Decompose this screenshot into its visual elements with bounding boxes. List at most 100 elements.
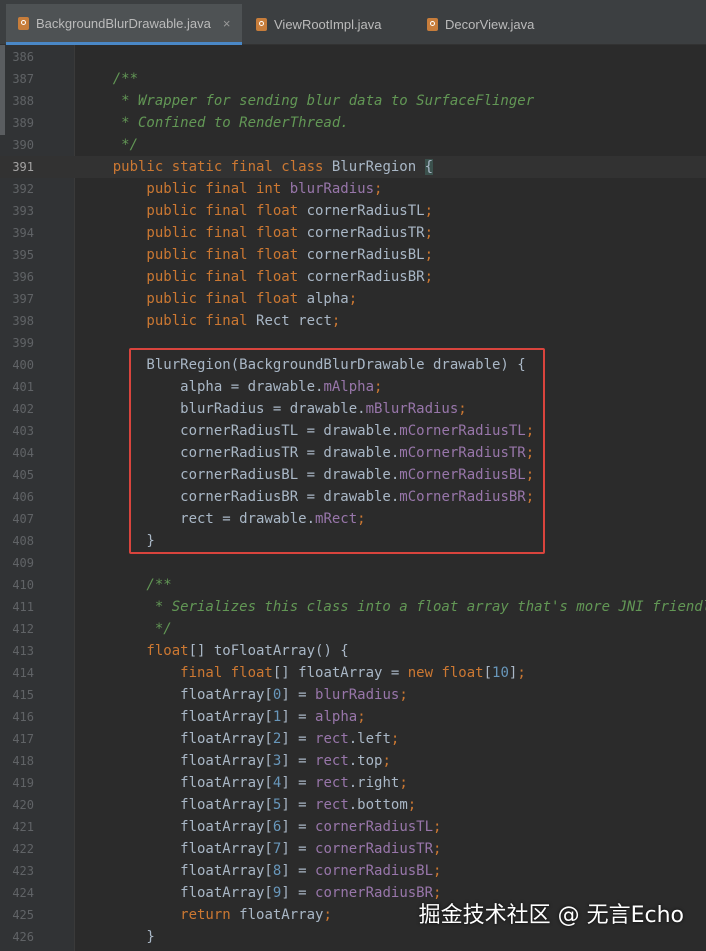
- code-line[interactable]: 413 float[] toFloatArray() {: [0, 640, 706, 662]
- code-token: public final float: [79, 291, 307, 307]
- code-line[interactable]: 396 public final float cornerRadiusBR;: [0, 266, 706, 288]
- code-token: ] =: [281, 819, 316, 835]
- code-line[interactable]: 410 /**: [0, 574, 706, 596]
- code-token: }: [79, 929, 155, 945]
- code-token: blurRadius: [289, 181, 375, 197]
- code-token: return: [79, 907, 240, 923]
- code-token: ;: [348, 291, 358, 307]
- code-line[interactable]: 398 public final Rect rect;: [0, 310, 706, 332]
- code-token: rect: [315, 797, 349, 813]
- code-line[interactable]: 426 }: [0, 926, 706, 948]
- code-token: cornerRadiusBR: [315, 885, 434, 901]
- code-token: floatArray[: [79, 731, 273, 747]
- code-line[interactable]: 409: [0, 552, 706, 574]
- code-token: floatArray[: [79, 775, 273, 791]
- code-token: .top: [348, 753, 383, 769]
- code-token: floatArray[: [79, 819, 273, 835]
- code-token: public final float: [79, 225, 307, 241]
- line-number: 393: [12, 204, 34, 218]
- code-token: floatArray[: [79, 753, 273, 769]
- code-token: ;: [517, 665, 526, 681]
- tab-decor-view[interactable]: DecorView.java: [427, 4, 534, 45]
- code-line[interactable]: 423 floatArray[8] = cornerRadiusBL;: [0, 860, 706, 882]
- code-token: cornerRadiusBL: [306, 247, 425, 263]
- line-number: 414: [12, 666, 34, 680]
- line-number: 405: [12, 468, 34, 482]
- code-line[interactable]: 422 floatArray[7] = cornerRadiusTR;: [0, 838, 706, 860]
- code-line[interactable]: 419 floatArray[4] = rect.right;: [0, 772, 706, 794]
- code-token: ;: [390, 731, 400, 747]
- code-text: floatArray[1] = alpha;: [79, 706, 365, 728]
- code-token: floatArray[: [79, 885, 273, 901]
- code-line[interactable]: 416 floatArray[1] = alpha;: [0, 706, 706, 728]
- watermark: 掘金技术社区 @ 无言Echo: [418, 903, 684, 928]
- line-number: 413: [12, 644, 34, 658]
- code-line[interactable]: 397 public final float alpha;: [0, 288, 706, 310]
- code-token: ] =: [281, 775, 316, 791]
- code-token: ;: [433, 841, 442, 857]
- code-token: ] =: [281, 863, 316, 879]
- code-line[interactable]: 411 * Serializes this class into a float…: [0, 596, 706, 618]
- code-token: ] =: [281, 841, 316, 857]
- code-token: * Wrapper for sending blur data to Surfa…: [79, 93, 535, 109]
- java-class-icon: [18, 16, 29, 30]
- line-number: 409: [12, 556, 34, 570]
- code-line[interactable]: 388 * Wrapper for sending blur data to S…: [0, 90, 706, 112]
- code-token: ;: [407, 797, 417, 813]
- line-number: 410: [12, 578, 34, 592]
- code-line[interactable]: 392 public final int blurRadius;: [0, 178, 706, 200]
- code-line[interactable]: 395 public final float cornerRadiusBL;: [0, 244, 706, 266]
- line-number: 394: [12, 226, 34, 240]
- code-line[interactable]: 414 final float[] floatArray = new float…: [0, 662, 706, 684]
- code-line[interactable]: 390 */: [0, 134, 706, 156]
- code-line[interactable]: 387 /**: [0, 68, 706, 90]
- code-token: blurRadius: [315, 687, 400, 703]
- code-token: alpha: [306, 291, 349, 307]
- code-token: .right: [348, 775, 400, 791]
- line-number: 411: [12, 600, 34, 614]
- code-token: [] floatArray =: [272, 665, 408, 681]
- code-line[interactable]: 386: [0, 46, 706, 68]
- tab-view-root-impl[interactable]: ViewRootImpl.java: [256, 4, 381, 45]
- line-number: 404: [12, 446, 34, 460]
- code-token: cornerRadiusTL: [306, 203, 425, 219]
- annotation-highlight-box: [129, 348, 545, 554]
- line-number: 419: [12, 776, 34, 790]
- code-token: rect: [315, 775, 349, 791]
- line-number: 406: [12, 490, 34, 504]
- code-token: ] =: [281, 687, 316, 703]
- line-number: 403: [12, 424, 34, 438]
- code-token: ;: [382, 753, 391, 769]
- code-token: ;: [424, 269, 434, 285]
- line-number: 408: [12, 534, 34, 548]
- code-token: ;: [399, 687, 408, 703]
- code-token: [] toFloatArray() {: [188, 643, 349, 659]
- code-line[interactable]: 412 */: [0, 618, 706, 640]
- code-line[interactable]: 421 floatArray[6] = cornerRadiusTL;: [0, 816, 706, 838]
- code-token: .bottom: [348, 797, 408, 813]
- code-text: /**: [79, 574, 171, 596]
- line-number: 407: [12, 512, 34, 526]
- code-text: floatArray[4] = rect.right;: [79, 772, 408, 794]
- line-number: 386: [12, 50, 34, 64]
- java-class-icon: [256, 18, 267, 31]
- code-line[interactable]: 394 public final float cornerRadiusTR;: [0, 222, 706, 244]
- code-line[interactable]: 391 public static final class BlurRegion…: [0, 156, 706, 178]
- code-line[interactable]: 389 * Confined to RenderThread.: [0, 112, 706, 134]
- code-text: float[] toFloatArray() {: [79, 640, 349, 662]
- code-token: floatArray[: [79, 797, 273, 813]
- code-line[interactable]: 420 floatArray[5] = rect.bottom;: [0, 794, 706, 816]
- code-token: floatArray[: [79, 687, 273, 703]
- code-token: */: [79, 137, 139, 153]
- code-line[interactable]: 393 public final float cornerRadiusTL;: [0, 200, 706, 222]
- code-text: final float[] floatArray = new float[10]…: [79, 662, 526, 684]
- code-token: rect: [315, 731, 349, 747]
- editor-tab-bar: BackgroundBlurDrawable.java × ViewRootIm…: [0, 0, 706, 45]
- close-tab-icon[interactable]: ×: [223, 16, 231, 31]
- code-line[interactable]: 417 floatArray[2] = rect.left;: [0, 728, 706, 750]
- tab-background-blur-drawable[interactable]: BackgroundBlurDrawable.java ×: [6, 4, 243, 45]
- code-line[interactable]: 415 floatArray[0] = blurRadius;: [0, 684, 706, 706]
- code-token: */: [79, 621, 172, 637]
- code-text: public final float cornerRadiusTL;: [79, 200, 433, 222]
- code-line[interactable]: 418 floatArray[3] = rect.top;: [0, 750, 706, 772]
